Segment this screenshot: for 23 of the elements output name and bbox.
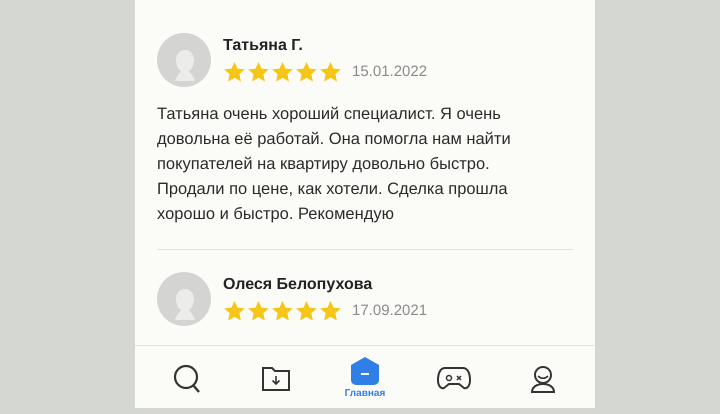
star-icon [319,300,342,322]
review-text: Татьяна очень хороший специалист. Я очень довольна её работай. Она помогла нам найти покупателей на квартиру довольно быстро. Продали по цене, как хотели. Сделка прошла хорошо и быстро. Рекомендую [157,104,512,225]
star-icon [271,300,294,322]
star-icon [295,61,318,84]
profile-icon[interactable] [528,364,557,394]
gamepad-icon[interactable] [436,364,471,392]
author-name: Олеся Белопухова [223,275,374,295]
star-icon [247,61,270,84]
star-icon [223,300,246,322]
review-date: 17.09.2021 [352,301,428,321]
star-icon [223,61,246,84]
star-icon [271,61,294,84]
search-icon[interactable] [173,364,202,394]
nav-tab[interactable]: Главная [334,356,395,401]
star-icon [319,61,342,84]
home-icon[interactable] [350,356,380,386]
review-date: 15.01.2022 [352,62,428,82]
avatar-icon [157,272,211,326]
folder-download-icon[interactable] [261,364,292,392]
author-name: Татьяна Г. [223,36,304,56]
star-icon [295,300,318,322]
star-icon [247,300,270,322]
avatar-icon [157,33,211,87]
